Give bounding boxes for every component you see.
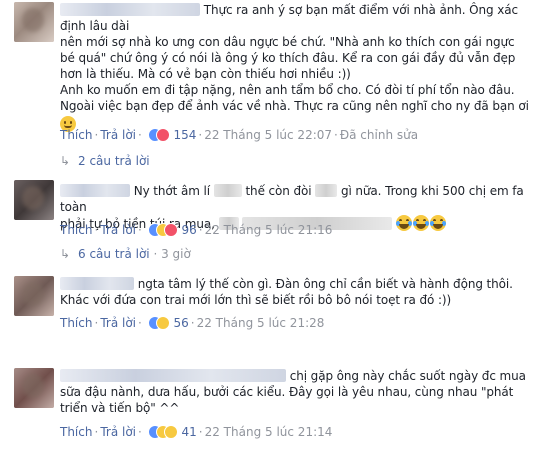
comment-actions: Thích · Trả lời · 41 · 22 Tháng 5 lúc 21:14	[60, 425, 333, 439]
commenter-name-redacted[interactable]	[60, 277, 134, 290]
reply-link[interactable]: Trả lời	[100, 223, 136, 237]
like-link[interactable]: Thích	[60, 223, 92, 237]
laughing-emoji-icon	[429, 215, 446, 231]
like-link[interactable]: Thích	[60, 425, 92, 439]
avatar[interactable]	[14, 368, 54, 408]
like-link[interactable]: Thích	[60, 316, 92, 330]
comment-time[interactable]: 22 Tháng 5 lúc 21:14	[205, 425, 333, 439]
comment-line: triển và tiến bộ" ^^	[60, 401, 180, 415]
comment-actions: Thích · Trả lời · 96 · 22 Tháng 5 lúc 21:16	[60, 223, 333, 237]
haha-reaction-icon	[155, 316, 170, 330]
reaction-icons[interactable]	[147, 316, 170, 330]
comment-line: bé quá" chứ ông ý có nói là ông ý ko thí…	[60, 51, 516, 65]
comment-time[interactable]: 22 Tháng 5 lúc 21:28	[197, 316, 325, 330]
reaction-icons[interactable]	[147, 223, 178, 237]
avatar[interactable]	[14, 2, 54, 42]
comment-line: nên mới sợ nhà ko ưng con dâu ngực bé ch…	[60, 35, 515, 49]
love-reaction-icon	[163, 223, 178, 237]
view-replies-link[interactable]: ↳ 2 câu trả lời	[60, 153, 150, 169]
comment-line: hơn là thiếu. Mà có vẻ bạn còn thiếu hơi…	[60, 67, 351, 81]
comment-line: chị gặp ông này chắc suốt ngày đc mua	[289, 369, 526, 383]
avatar[interactable]	[14, 180, 54, 220]
reply-link[interactable]: Trả lời	[100, 316, 136, 330]
comment-line: thế còn đòi	[245, 184, 312, 198]
comment-actions: Thích · Trả lời · 56 · 22 Tháng 5 lúc 21:28	[60, 316, 325, 330]
comment-time[interactable]: 22 Tháng 5 lúc 22:07	[204, 128, 332, 142]
comment-actions: Thích · Trả lời · 154 · 22 Tháng 5 lúc 22:07 ·…	[60, 128, 419, 142]
wow-reaction-icon	[163, 425, 178, 439]
view-replies-link[interactable]: ↳ 6 câu trả lời · 3 giờ	[60, 246, 191, 262]
comment-line: Anh ko muốn em đi tập nặng, nên anh tẩm …	[60, 83, 515, 97]
reaction-count[interactable]: 154	[173, 128, 196, 142]
reply-link[interactable]: Trả lời	[100, 425, 136, 439]
like-link[interactable]: Thích	[60, 128, 92, 142]
comment-line: Ny thớt âm lí	[133, 184, 211, 198]
reaction-count[interactable]: 41	[181, 425, 196, 439]
reaction-count[interactable]: 56	[173, 316, 188, 330]
replies-time: 3 giờ	[161, 247, 191, 261]
reaction-count[interactable]: 96	[181, 223, 196, 237]
comment-line: sữa đậu nành, dưa hấu, bưởi các kiểu. Đâ…	[60, 385, 514, 399]
comment-line: ngta tâm lý thế còn gì. Đàn ông chỉ cần …	[137, 277, 513, 291]
reply-arrow-icon: ↳	[60, 247, 71, 261]
love-reaction-icon	[155, 128, 170, 142]
laughing-emoji-icon	[395, 215, 412, 231]
edited-label[interactable]: Đã chỉnh sửa	[340, 128, 418, 142]
reaction-icons[interactable]	[147, 425, 178, 439]
comment-time[interactable]: 22 Tháng 5 lúc 21:16	[205, 223, 333, 237]
comment-line: Khác với đứa con trai mới lớn thì sẽ biế…	[60, 293, 452, 307]
commenter-name-redacted[interactable]	[60, 184, 130, 197]
redacted-text	[315, 184, 338, 197]
laughing-emoji-icon	[412, 215, 429, 231]
reaction-icons[interactable]	[147, 128, 170, 142]
comment-line: Ngoài việc bạn đẹp để ảnh vác về nhà. Th…	[60, 99, 529, 113]
reply-arrow-icon: ↳	[60, 154, 71, 168]
commenter-name-redacted[interactable]	[60, 369, 286, 382]
avatar[interactable]	[14, 276, 54, 316]
commenter-name-redacted[interactable]	[60, 3, 200, 16]
redacted-text	[213, 184, 242, 197]
reply-link[interactable]: Trả lời	[100, 128, 136, 142]
